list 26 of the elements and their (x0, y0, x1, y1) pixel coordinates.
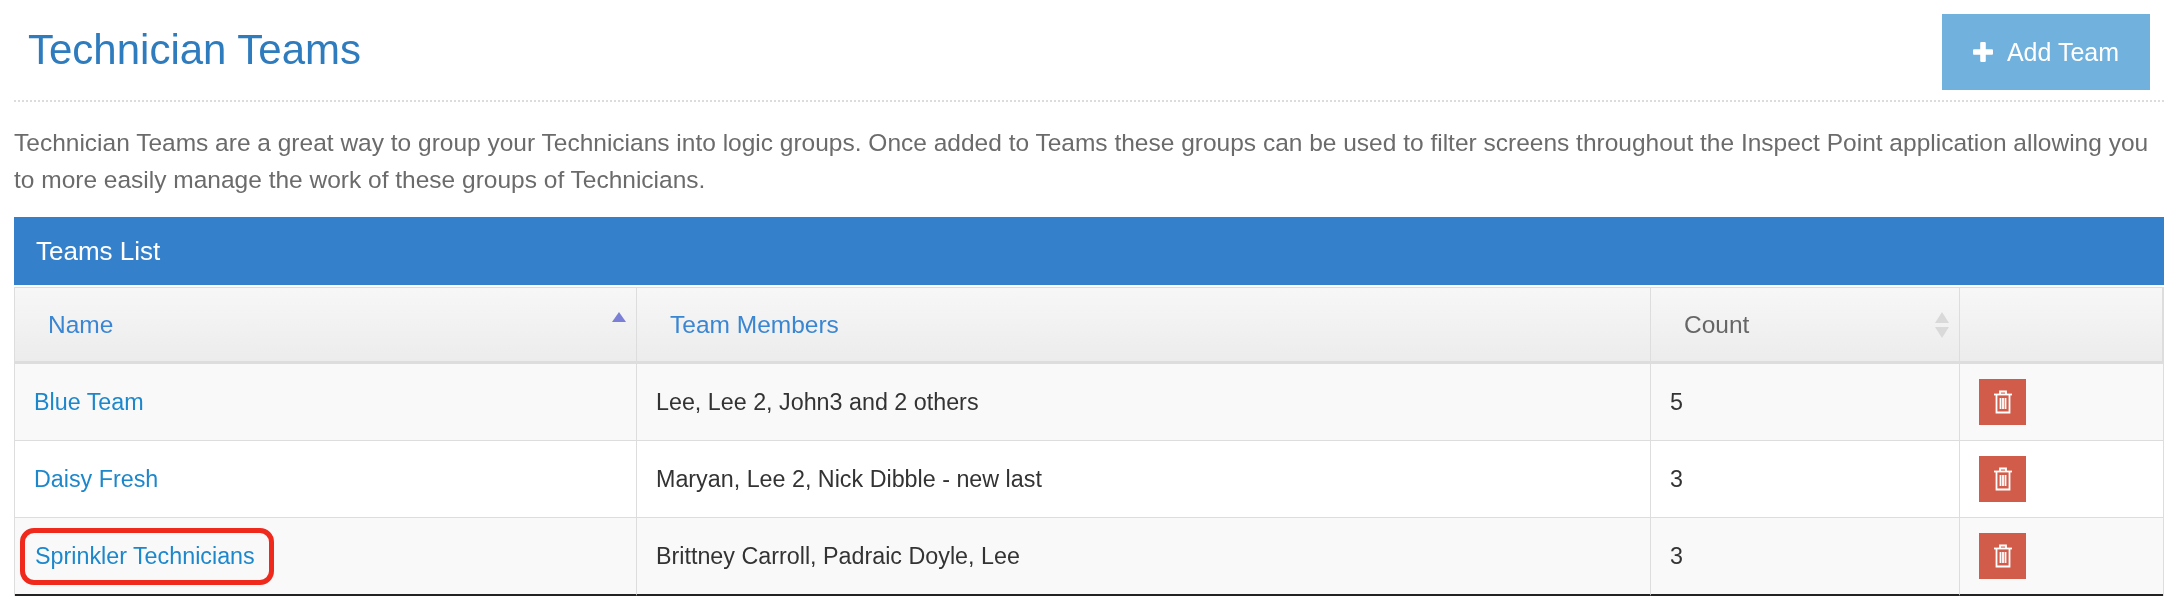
delete-button[interactable] (1979, 379, 2026, 425)
team-name-link[interactable]: Sprinkler Technicians (35, 542, 255, 570)
add-team-button[interactable]: Add Team (1942, 14, 2150, 90)
count-text: 3 (1670, 465, 1683, 493)
count-text: 3 (1670, 542, 1683, 570)
page-title: Technician Teams (27, 25, 362, 75)
team-name-link[interactable]: Blue Team (34, 388, 144, 416)
description-text: Technician Teams are a great way to group your Technicians into logic groups. Once added to Teams these groups can be used to filter screens throughout the Inspect Point application allowing you to more easily manage the work of these groups of Technicians. (14, 128, 2150, 195)
column-header-label[interactable]: Count (1684, 310, 1750, 339)
column-header-label[interactable]: Team Members (670, 310, 839, 339)
team-members-text: Lee, Lee 2, John3 and 2 others (656, 388, 979, 416)
trash-icon (1992, 467, 2013, 491)
column-header-label[interactable]: Name (48, 310, 114, 339)
trash-icon (1992, 544, 2013, 568)
delete-button[interactable] (1979, 456, 2026, 502)
count-text: 5 (1670, 388, 1683, 416)
plus-icon (1972, 42, 1993, 62)
column-header[interactable]: Count (1651, 288, 1960, 364)
trash-icon (1992, 390, 2013, 414)
team-members-text: Brittney Carroll, Padraic Doyle, Lee (656, 542, 1020, 570)
team-name-link[interactable]: Daisy Fresh (34, 465, 159, 493)
team-members-text: Maryan, Lee 2, Nick Dibble - new last (656, 465, 1042, 493)
column-header[interactable]: Team Members (637, 288, 1651, 364)
column-header[interactable]: Name (15, 288, 637, 364)
delete-button[interactable] (1979, 533, 2026, 579)
panel-title: Teams List (36, 235, 161, 267)
